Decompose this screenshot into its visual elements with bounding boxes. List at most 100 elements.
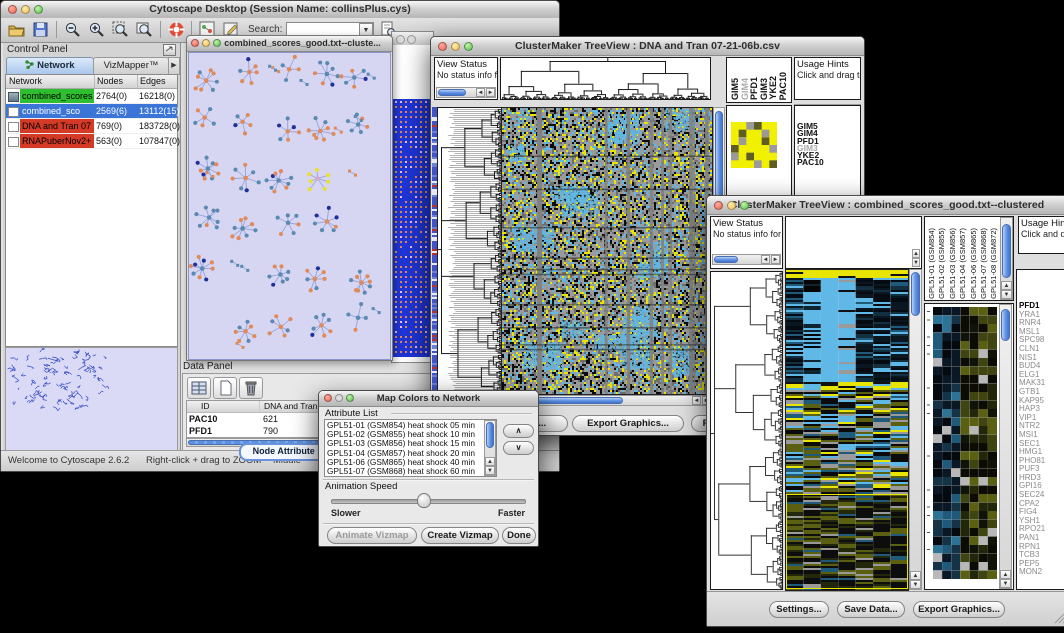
zoom-window-icon[interactable] [464,42,473,51]
attribute-list-item[interactable]: GPL51-07 (GSM868) heat shock 60 min [327,467,483,476]
data-row-id[interactable]: PAC10 [189,413,217,425]
scrollbar-thumb[interactable] [714,256,738,263]
view-status-hscrollbar[interactable]: ◄► [436,87,496,98]
network-table-row[interactable]: combined_sco2569(6)13112(15) [6,104,177,119]
dialog-titlebar[interactable]: Map Colors to Network [319,391,538,407]
dense-network-canvas[interactable] [393,99,430,359]
attribute-list-vscrollbar[interactable]: ▲▼ [484,420,496,476]
column-dendrogram-panel[interactable] [500,57,711,100]
close-icon[interactable] [324,394,332,402]
create-vizmap-button[interactable]: Create Vizmap [421,527,499,544]
zoom-window-icon[interactable] [346,394,354,402]
attribute-list-item[interactable]: GPL51-06 (GSM865) heat shock 40 min [327,458,483,467]
heatmap-canvas[interactable] [785,269,909,591]
view-status-hscrollbar[interactable]: ◄► [712,254,781,265]
float-panel-icon[interactable] [163,44,176,56]
treeview1-titlebar[interactable]: ClusterMaker TreeView : DNA and Tran 07-… [431,37,864,56]
column-header-edges[interactable]: Edges [137,75,180,88]
settings-button[interactable]: Settings... [769,601,829,618]
open-folder-icon[interactable] [7,20,26,39]
window-network-view[interactable]: combined_scores_good.txt--cluste... [186,35,393,361]
scrollbar-thumb[interactable] [1002,224,1011,278]
row-dendrogram-canvas[interactable] [711,272,782,589]
slider-thumb[interactable] [417,493,431,508]
move-down-button[interactable]: ∨ [503,441,534,455]
save-icon[interactable] [31,20,50,39]
move-up-button[interactable]: ∧ [503,424,534,438]
gene-label[interactable]: MON2 [1019,568,1045,577]
minimize-icon[interactable] [727,201,736,210]
zoom-fit-icon[interactable] [135,20,154,39]
cytoscape-titlebar[interactable]: Cytoscape Desktop (Session Name: collins… [1,1,559,19]
tab-vizmapper[interactable]: VizMapper™ [93,57,169,75]
heatmap-vscrollbar[interactable]: ▲▼ [909,269,922,590]
attribute-list-item[interactable]: GPL51-02 (GSM855) heat shock 10 min [327,430,483,439]
window-network-view-inactive[interactable] [391,31,434,363]
minimize-icon[interactable] [451,42,460,51]
zoom-heatmap-canvas[interactable] [933,307,997,579]
window-treeview-combined[interactable]: ClusterMaker TreeView : combined_scores_… [706,195,1064,627]
new-attribute-icon[interactable] [213,377,237,399]
scrollbar-thumb[interactable] [438,89,466,96]
save-data-button[interactable]: Save Data... [837,601,905,618]
minimize-icon[interactable] [21,5,30,14]
gene-list-panel[interactable]: PFD1YRA1RNR4MSL1SPC98CLN1NIS1BUD4ELG1MAK… [1016,269,1064,590]
export-graphics-button[interactable]: Export Graphics... [913,601,1005,618]
treeview2-titlebar[interactable]: ClusterMaker TreeView : combined_scores_… [707,196,1064,215]
tab-overflow-arrow[interactable]: ▶ [168,57,180,75]
network-table-row[interactable]: combined_scores2764(0)16218(0) [6,89,177,104]
matrix-row-label: PAC10 [797,159,824,166]
data-row-value[interactable]: 790 [263,425,278,437]
matrix-column-label: YKE2 [768,76,778,100]
heatmap-canvas[interactable] [501,107,713,395]
network-table-row[interactable]: DNA and Tran 07769(0)183728(0) [6,119,177,134]
done-button[interactable]: Done [502,527,536,544]
network-edges: 16218(0) [139,89,175,103]
zoom-window-icon[interactable] [34,5,43,14]
network-canvas[interactable] [188,52,391,360]
tab-network[interactable]: Network [6,57,94,75]
zoom-window-icon[interactable] [213,39,221,47]
network-overview-canvas[interactable] [5,347,178,453]
delete-attribute-icon[interactable] [239,377,263,399]
export-graphics-button[interactable]: Export Graphics... [572,415,684,432]
scrollbar-thumb[interactable] [486,422,494,448]
network-view-titlebar[interactable]: combined_scores_good.txt--cluste... [187,36,392,52]
row-dendrogram-canvas[interactable] [437,107,502,395]
usage-hints-text: Click and drag to [797,70,860,80]
column-tree-panel[interactable]: ▲▼ [785,216,922,269]
attribute-list-item[interactable]: GPL51-01 (GSM854) heat shock 05 min [327,421,483,430]
minimize-icon[interactable] [202,39,210,47]
attribute-list-item[interactable]: GPL51-03 (GSM856) heat shock 15 min [327,439,483,448]
scrollbar-thumb[interactable] [911,272,920,316]
column-labels-vscrollbar[interactable]: ▲▼ [1000,217,1013,300]
close-icon[interactable] [8,5,17,14]
minimize-icon[interactable] [407,35,416,44]
data-row-id[interactable]: PFD1 [189,425,212,437]
close-icon[interactable] [396,35,405,44]
zoom-vscrollbar[interactable]: ▲▼ [999,304,1012,589]
close-icon[interactable] [438,42,447,51]
attribute-list[interactable]: GPL51-01 (GSM854) heat shock 05 minGPL51… [324,419,497,477]
help-lifebuoy-icon[interactable] [167,20,186,39]
attribute-list-item[interactable]: GPL51-04 (GSM857) heat shock 20 min [327,449,483,458]
close-icon[interactable] [714,201,723,210]
column-header-network[interactable]: Network [9,75,91,88]
close-icon[interactable] [191,39,199,47]
data-column-id[interactable]: ID [201,401,251,412]
dialog-map-colors[interactable]: Map Colors to Network Attribute List GPL… [318,390,539,547]
zoom-window-icon[interactable] [740,201,749,210]
correlation-matrix-canvas[interactable] [731,122,777,168]
resize-grip[interactable] [1053,612,1064,624]
zoom-in-icon[interactable] [87,20,106,39]
column-dendrogram-canvas[interactable] [501,58,709,99]
zoom-out-icon[interactable] [63,20,82,39]
zoom-selected-icon[interactable] [111,20,130,39]
table-mode-icon[interactable] [187,377,211,399]
scrollbar-thumb[interactable] [1001,309,1010,341]
data-row-value[interactable]: 621 [263,413,278,425]
column-header-nodes[interactable]: Nodes [94,75,137,88]
network-nodes: 2569(6) [96,104,127,118]
row-dendrogram-panel[interactable] [710,271,783,590]
network-table-row[interactable]: RNAPuberNov2+563(0)107847(0) [6,134,177,149]
